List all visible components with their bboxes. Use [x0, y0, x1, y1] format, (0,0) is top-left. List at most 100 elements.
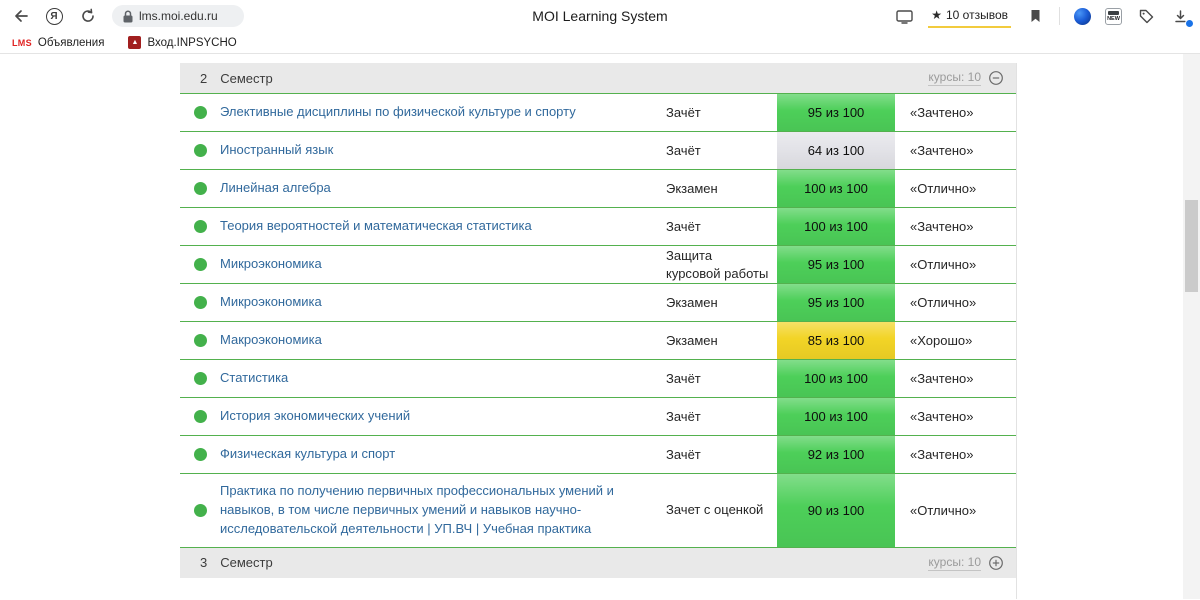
collapse-semester-icon[interactable]: [988, 70, 1004, 86]
course-row: Макроэкономика Экзамен 85 из 100 «Хорошо…: [180, 322, 1016, 360]
semester-number: 2: [200, 70, 208, 86]
course-row: Физическая культура и спорт Зачёт 92 из …: [180, 436, 1016, 474]
status-dot-icon: [193, 258, 207, 271]
browser-toolbar: MOI Learning System Я lms.moi.edu.ru ★ 1…: [0, 0, 1200, 32]
exam-type: Экзамен: [666, 294, 718, 310]
course-row: Линейная алгебра Экзамен 100 из 100 «Отл…: [180, 170, 1016, 208]
course-row: История экономических учений Зачёт 100 и…: [180, 398, 1016, 436]
status-dot-icon: [193, 503, 207, 517]
scrollbar[interactable]: [1183, 54, 1200, 599]
toolbar-right-cluster: ★ 10 отзывов NEW: [894, 5, 1194, 28]
exam-type: Зачёт: [666, 370, 701, 386]
refresh-button[interactable]: [78, 6, 98, 26]
download-button[interactable]: [1170, 6, 1194, 28]
semester-label: Семестр: [220, 70, 273, 86]
exam-type: Экзамен: [666, 180, 718, 196]
address-bar[interactable]: lms.moi.edu.ru: [112, 5, 244, 27]
screen-share-icon[interactable]: [894, 6, 914, 26]
course-row: Микроэкономика Защита курсовой работы 95…: [180, 246, 1016, 284]
course-link[interactable]: Микроэкономика: [220, 255, 322, 274]
extension-browser-icon[interactable]: [1074, 7, 1091, 25]
courses-count-link[interactable]: курсы: 10: [928, 555, 981, 571]
status-dot-icon: [193, 372, 207, 385]
bookmark-lms-announcements[interactable]: LMS Объявления: [12, 37, 104, 49]
status-dot-icon: [193, 182, 207, 195]
extension-tag-icon[interactable]: [1136, 6, 1156, 26]
status-dot-icon: [193, 410, 207, 423]
course-rows: Элективные дисциплины по физической куль…: [180, 93, 1016, 548]
exam-type: Зачёт: [666, 446, 701, 462]
site-reviews-rating[interactable]: ★ 10 отзывов: [928, 5, 1011, 28]
semester-2-header: 2 Семестр курсы: 10: [180, 63, 1016, 93]
course-link[interactable]: Практика по получению первичных професси…: [220, 482, 620, 539]
courses-count-link[interactable]: курсы: 10: [928, 70, 981, 86]
status-dot-cell: [180, 170, 220, 207]
back-arrow-icon: [14, 10, 28, 22]
grade-text: «Хорошо»: [910, 333, 973, 348]
course-link[interactable]: Линейная алгебра: [220, 179, 331, 198]
exam-type: Экзамен: [666, 332, 718, 348]
content-right-divider: [1016, 63, 1017, 599]
score-badge: 100 из 100: [774, 398, 898, 435]
course-link[interactable]: Теория вероятностей и математическая ста…: [220, 217, 532, 236]
grade-text: «Отлично»: [910, 295, 977, 310]
status-dot-icon: [193, 334, 207, 347]
yandex-icon: Я: [45, 7, 63, 25]
exam-type: Защита курсовой работы: [666, 247, 769, 281]
grade-text: «Зачтено»: [910, 219, 974, 234]
status-dot-cell: [180, 474, 220, 547]
status-dot-cell: [180, 398, 220, 435]
status-dot-cell: [180, 360, 220, 397]
grade-text: «Зачтено»: [910, 447, 974, 462]
semester-number: 3: [200, 555, 208, 571]
exam-type: Зачет с оценкой: [666, 502, 764, 518]
exam-type: Зачёт: [666, 142, 701, 158]
bookmark-inpsycho-login[interactable]: ▲ Вход.INPSYCHO: [128, 36, 237, 49]
page-content: 2 Семестр курсы: 10 Элективные дисциплин…: [0, 54, 1200, 599]
expand-semester-icon[interactable]: [988, 555, 1004, 571]
download-badge: [1185, 19, 1194, 28]
course-row: Теория вероятностей и математическая ста…: [180, 208, 1016, 246]
score-badge: 95 из 100: [774, 246, 898, 283]
status-dot-icon: [193, 144, 207, 157]
course-link[interactable]: История экономических учений: [220, 407, 410, 426]
reviews-count-label: 10 отзывов: [945, 7, 1008, 22]
status-dot-icon: [193, 220, 207, 233]
grades-table: 2 Семестр курсы: 10 Элективные дисциплин…: [180, 63, 1016, 578]
grade-text: «Зачтено»: [910, 105, 974, 120]
status-dot-cell: [180, 208, 220, 245]
grade-text: «Отлично»: [910, 502, 977, 518]
status-dot-cell: [180, 132, 220, 169]
course-link[interactable]: Элективные дисциплины по физической куль…: [220, 103, 576, 122]
course-link[interactable]: Микроэкономика: [220, 293, 322, 312]
exam-type: Зачёт: [666, 218, 701, 234]
score-badge: 100 из 100: [774, 170, 898, 207]
url-text: lms.moi.edu.ru: [139, 9, 218, 23]
semester-label: Семестр: [220, 555, 273, 571]
bookmarks-bar: LMS Объявления ▲ Вход.INPSYCHO: [0, 32, 1200, 54]
score-badge: 95 из 100: [774, 94, 898, 131]
bookmark-flag-icon[interactable]: [1025, 6, 1045, 26]
status-dot-cell: [180, 246, 220, 283]
course-link[interactable]: Статистика: [220, 369, 288, 388]
course-row: Практика по получению первичных професси…: [180, 474, 1016, 548]
status-dot-cell: [180, 322, 220, 359]
score-badge: 100 из 100: [774, 360, 898, 397]
course-link[interactable]: Макроэкономика: [220, 331, 322, 350]
course-link[interactable]: Физическая культура и спорт: [220, 445, 395, 464]
course-row: Иностранный язык Зачёт 64 из 100 «Зачтен…: [180, 132, 1016, 170]
bookmark-label: Объявления: [37, 36, 105, 49]
course-row: Статистика Зачёт 100 из 100 «Зачтено»: [180, 360, 1016, 398]
toolbar-separator: [1059, 7, 1060, 25]
scrollbar-thumb[interactable]: [1185, 200, 1198, 292]
grade-text: «Отлично»: [910, 257, 977, 272]
grade-text: «Отлично»: [910, 181, 977, 196]
score-badge: 90 из 100: [774, 474, 898, 547]
extension-new-icon[interactable]: NEW: [1105, 7, 1122, 25]
refresh-icon: [82, 8, 94, 22]
course-link[interactable]: Иностранный язык: [220, 141, 333, 160]
status-dot-cell: [180, 94, 220, 131]
back-button[interactable]: [10, 6, 30, 26]
yandex-browser-button[interactable]: Я: [44, 6, 64, 26]
course-row: Элективные дисциплины по физической куль…: [180, 94, 1016, 132]
